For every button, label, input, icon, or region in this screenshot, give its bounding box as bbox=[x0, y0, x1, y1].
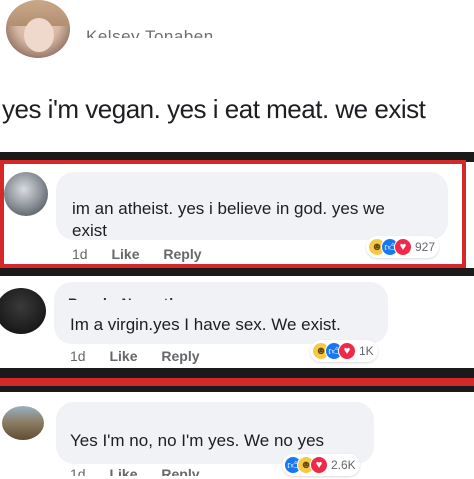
like-button[interactable]: Like bbox=[111, 246, 139, 262]
comment-text-line: Im a virgin.yes I have sex. We exist. bbox=[70, 315, 341, 334]
commenter-name[interactable]: Bonde Nemeth on bbox=[68, 292, 203, 300]
reply-button[interactable]: Reply bbox=[163, 246, 201, 262]
divider-bar bbox=[0, 268, 474, 276]
post-header: Kelsey Tonaben bbox=[0, 0, 474, 68]
avatar-face bbox=[24, 18, 54, 52]
comment-text: Im a virgin.yes I have sex. We exist. bbox=[70, 314, 390, 336]
comment-text-line: im an atheist. yes i believe in god. yes… bbox=[72, 199, 385, 218]
post-text: yes i'm vegan. yes i eat meat. we exist bbox=[2, 94, 426, 124]
love-icon: ♥ bbox=[310, 456, 328, 474]
reaction-summary[interactable]: 👍︎ ☻ ♥ 2.6K bbox=[282, 454, 360, 476]
like-button[interactable]: Like bbox=[109, 348, 137, 364]
comment-time: 1d bbox=[72, 246, 88, 262]
comment-time: 1d bbox=[70, 348, 86, 364]
comment-3: Yes I'm no, no I'm yes. We no yes 1d Lik… bbox=[0, 392, 474, 479]
comment-actions: 1d Like Reply bbox=[70, 348, 220, 364]
reaction-count: 927 bbox=[415, 240, 436, 254]
reply-button[interactable]: Reply bbox=[161, 466, 199, 476]
reaction-summary[interactable]: ☻ 👍︎ ♥ 1K bbox=[310, 340, 378, 362]
love-icon: ♥ bbox=[394, 238, 412, 256]
post-author-avatar[interactable] bbox=[6, 0, 70, 58]
commenter-avatar[interactable] bbox=[2, 406, 44, 440]
reply-button[interactable]: Reply bbox=[161, 348, 199, 364]
reaction-count: 2.6K bbox=[331, 458, 356, 472]
highlight-band bbox=[0, 378, 474, 386]
reaction-count: 1K bbox=[359, 344, 374, 358]
commenter-avatar[interactable] bbox=[0, 288, 46, 334]
comment-actions: 1d Like Reply bbox=[72, 246, 222, 262]
reaction-summary[interactable]: ☻ 👍︎ ♥ 927 bbox=[366, 236, 440, 258]
screenshot-page: Kelsey Tonaben yes i'm vegan. yes i eat … bbox=[0, 0, 474, 479]
commenter-avatar[interactable] bbox=[4, 172, 48, 216]
love-icon: ♥ bbox=[338, 342, 356, 360]
comment-text: Yes I'm no, no I'm yes. We no yes bbox=[70, 430, 380, 452]
comment-actions: 1d Like Reply bbox=[70, 466, 220, 476]
comment-1: im an atheist. yes i believe in god. yes… bbox=[0, 160, 474, 268]
like-button[interactable]: Like bbox=[109, 466, 137, 476]
comment-time: 1d bbox=[70, 466, 86, 476]
comment-text-line: Yes I'm no, no I'm yes. We no yes bbox=[70, 431, 325, 450]
comment-2: Bonde Nemeth on Im a virgin.yes I have s… bbox=[0, 276, 474, 366]
post-author-name[interactable]: Kelsey Tonaben bbox=[86, 24, 214, 38]
divider-bar bbox=[0, 368, 474, 378]
